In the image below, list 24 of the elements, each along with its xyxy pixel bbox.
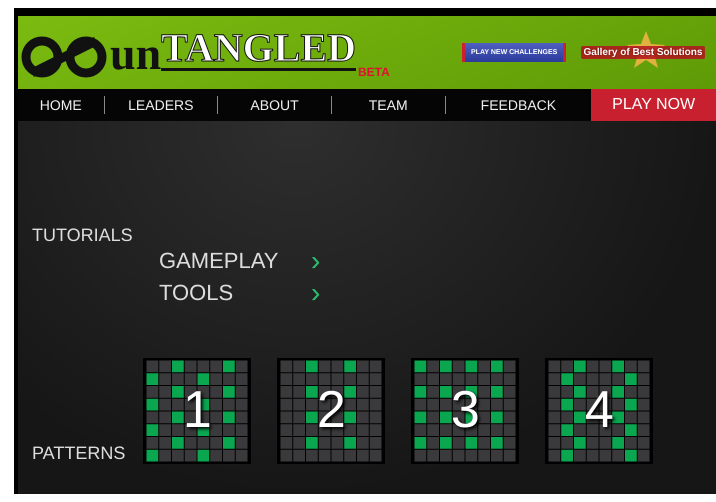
section-heading: PATTERNS [32, 443, 126, 464]
nav-link[interactable]: LEADERS [104, 97, 218, 113]
pattern-tile[interactable]: 4 [545, 358, 654, 464]
logo-text: un [110, 30, 162, 76]
nav-link[interactable]: HOME [18, 97, 104, 113]
tutorial-link[interactable]: GAMEPLAY [159, 248, 299, 274]
nav-link[interactable]: FEEDBACK [446, 97, 592, 113]
pattern-tile[interactable]: 2 [277, 358, 386, 464]
beta-label: BETA [358, 64, 390, 78]
nav-link[interactable]: TEAM [332, 97, 445, 113]
chevron-icon[interactable]: › [311, 250, 320, 272]
tutorial-link[interactable]: TOOLS [159, 280, 299, 306]
section-heading: TUTORIALS [32, 225, 134, 246]
pattern-number: 2 [316, 384, 346, 436]
play-now-button[interactable]: PLAY NOW [591, 89, 716, 121]
chevron-icon[interactable]: › [311, 282, 320, 304]
pattern-tile[interactable]: 1 [143, 358, 252, 464]
pattern-number: 4 [584, 384, 614, 436]
gallery-link[interactable]: Gallery of Best Solutions [580, 46, 706, 59]
logo-text: TANGLED [161, 28, 356, 70]
pattern-tile[interactable]: 3 [411, 358, 520, 464]
nav-link[interactable]: ABOUT [218, 97, 331, 113]
pattern-number: 1 [182, 384, 212, 436]
pattern-number: 3 [450, 384, 480, 436]
